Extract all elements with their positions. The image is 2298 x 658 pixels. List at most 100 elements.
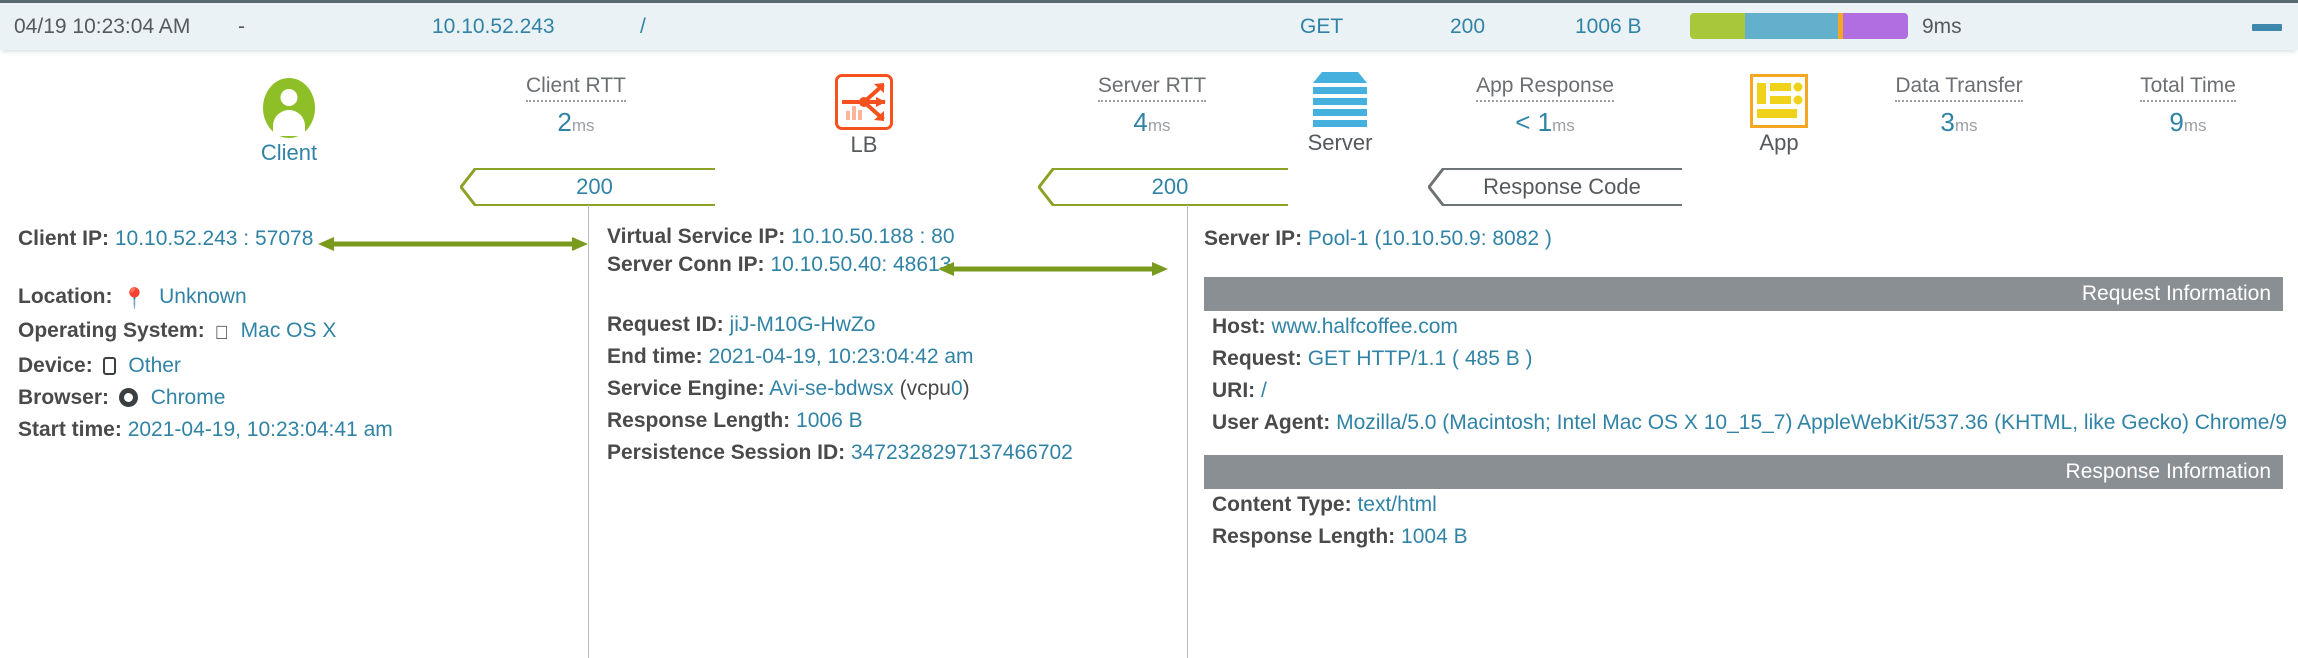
chrome-icon xyxy=(118,388,138,407)
field-service-engine-value[interactable]: Avi-se-bdwsx xyxy=(769,377,893,400)
header-method[interactable]: GET xyxy=(1300,15,1343,39)
field-end-time: End time: 2021-04-19, 10:23:04:42 am xyxy=(607,341,1187,373)
load-balancer-icon xyxy=(835,74,893,130)
field-end-time-value: 2021-04-19, 10:23:04:42 am xyxy=(708,345,974,368)
field-location-label: Location: xyxy=(18,285,113,308)
field-user-agent-label: User Agent: xyxy=(1212,411,1331,434)
header-client-ip[interactable]: 10.10.52.243 xyxy=(432,15,555,39)
timing-segment-server-rtt xyxy=(1744,13,1839,39)
transaction-flow-diagram: Client LB Server App Client RTT 2ms Serv… xyxy=(0,50,2298,206)
metric-server-rtt-value: 4ms xyxy=(1133,107,1171,137)
node-app: App xyxy=(1704,74,1854,156)
field-server-ip: Server IP: Pool-1 (10.10.50.9: 8082 ) xyxy=(1204,223,2283,255)
field-host: Host: www.halfcoffee.com xyxy=(1212,311,2283,343)
field-server-conn-label: Server Conn IP: xyxy=(607,253,765,276)
field-os-label: Operating System: xyxy=(18,319,205,342)
banner-app-response-code-text: Response Code xyxy=(1483,174,1641,199)
banner-client-response-code: 200 xyxy=(460,168,715,206)
tablet-icon xyxy=(102,357,116,375)
field-response-length: Response Length: 1006 B xyxy=(607,405,1187,437)
header-uri[interactable]: / xyxy=(640,15,646,39)
field-vs-ip-value[interactable]: 10.10.50.188 : 80 xyxy=(791,225,954,248)
field-browser-label: Browser: xyxy=(18,383,110,409)
field-uri: URI: / xyxy=(1212,375,2283,407)
apple-icon:  xyxy=(215,318,229,350)
banner-client-response-code-text: 200 xyxy=(576,174,613,199)
client-to-vs-arrow-icon xyxy=(318,237,588,251)
field-end-time-label: End time: xyxy=(607,345,703,368)
field-server-ip-detail: (10.10.50.9: 8082 ) xyxy=(1374,227,1552,250)
header-total-time: 9ms xyxy=(1922,15,1962,38)
field-content-type-value[interactable]: text/html xyxy=(1357,493,1436,516)
field-response-length-value: 1006 B xyxy=(796,409,863,432)
field-user-agent: User Agent: Mozilla/5.0 (Macintosh; Inte… xyxy=(1212,407,2287,439)
field-request-id-value[interactable]: jiJ-M10G-HwZo xyxy=(730,313,876,336)
metric-server-rtt-label: Server RTT xyxy=(1097,74,1207,102)
field-service-engine-vcpu: 0 xyxy=(950,377,963,400)
field-device: Device: Other xyxy=(18,350,586,382)
field-persistence-session-id: Persistence Session ID: 3472328297137466… xyxy=(607,437,1187,469)
vs-to-server-arrow-icon xyxy=(938,262,1168,276)
field-start-time-value: 2021-04-19, 10:23:04:41 am xyxy=(127,415,393,441)
field-server-conn-value[interactable]: 10.10.50.40: 48613 xyxy=(770,253,951,276)
metric-total-time-value: 9ms xyxy=(2169,107,2207,137)
header-bytes[interactable]: 1006 B xyxy=(1575,15,1642,39)
response-information-header: Response Information xyxy=(1204,455,2283,489)
field-service-engine-vcpu-close: ) xyxy=(962,377,970,400)
log-entry-header-bar[interactable]: 04/19 10:23:04 AM - 10.10.52.243 / GET 2… xyxy=(0,0,2298,50)
field-service-engine-label: Service Engine: xyxy=(607,377,765,400)
field-request-label: Request: xyxy=(1212,347,1302,370)
field-request-id: Request ID: jiJ-M10G-HwZo xyxy=(607,309,1187,341)
header-timing-bar xyxy=(1690,13,1908,39)
field-vs-ip-label: Virtual Service IP: xyxy=(607,225,786,248)
field-response-length-label: Response Length: xyxy=(607,409,791,432)
header-timestamp: 04/19 10:23:04 AM xyxy=(14,15,191,38)
field-host-label: Host: xyxy=(1212,315,1266,338)
field-server-ip-pool[interactable]: Pool-1 xyxy=(1308,227,1369,250)
field-persistence-value[interactable]: 3472328297137466702 xyxy=(851,441,1073,464)
field-request-value: GET HTTP/1.1 ( 485 B ) xyxy=(1307,347,1533,370)
field-start-time: Start time: 2021-04-19, 10:23:04:41 am xyxy=(18,414,586,446)
metric-app-response: App Response < 1ms xyxy=(1425,74,1665,138)
banner-server-response-code: 200 xyxy=(1038,168,1288,206)
field-os-value[interactable]: Mac OS X xyxy=(241,319,337,342)
field-resp-length: Response Length: 1004 B xyxy=(1212,521,2283,553)
client-details-panel: Client IP: 10.10.52.243 : 57078 Location… xyxy=(0,205,586,658)
metric-app-response-label: App Response xyxy=(1476,74,1614,102)
field-server-ip-label: Server IP: xyxy=(1204,227,1303,250)
metric-client-rtt-label: Client RTT xyxy=(526,74,626,102)
minus-icon[interactable] xyxy=(2252,24,2282,31)
metric-total-time-label: Total Time xyxy=(2140,74,2236,102)
field-virtual-service-ip: Virtual Service IP: 10.10.50.188 : 80 xyxy=(607,223,1187,251)
metric-app-response-value: < 1ms xyxy=(1515,107,1575,137)
metric-data-transfer-value: 3ms xyxy=(1940,107,1978,137)
map-pin-icon: 📍 xyxy=(122,288,148,310)
field-uri-label: URI: xyxy=(1212,379,1256,402)
field-host-value[interactable]: www.halfcoffee.com xyxy=(1272,315,1458,338)
timing-segment-data-transfer xyxy=(1842,13,1908,39)
field-location: Location: 📍 Unknown xyxy=(18,281,586,315)
field-uri-value[interactable]: / xyxy=(1261,379,1267,402)
node-server-label: Server xyxy=(1307,130,1373,155)
banner-app-response-code: Response Code xyxy=(1428,168,1682,206)
field-location-value[interactable]: Unknown xyxy=(159,285,247,308)
node-client: Client xyxy=(214,78,364,166)
field-device-label: Device: xyxy=(18,351,93,377)
field-resp-length-value: 1004 B xyxy=(1401,525,1468,548)
header-dash: - xyxy=(238,15,245,38)
server-details-panel: Server IP: Pool-1 (10.10.50.9: 8082 ) Re… xyxy=(1187,205,2298,658)
client-avatar-icon xyxy=(263,78,315,138)
field-client-ip-value[interactable]: 10.10.52.243 : 57078 xyxy=(115,227,314,250)
field-operating-system: Operating System:  Mac OS X xyxy=(18,315,586,350)
field-content-type-label: Content Type: xyxy=(1212,493,1352,516)
field-persistence-label: Persistence Session ID: xyxy=(607,441,846,464)
field-browser-value[interactable]: Chrome xyxy=(151,386,226,409)
app-icon xyxy=(1750,74,1808,128)
node-client-label: Client xyxy=(260,140,318,165)
server-stack-icon xyxy=(1309,72,1371,128)
metric-data-transfer-label: Data Transfer xyxy=(1895,74,2023,102)
metric-total-time: Total Time 9ms xyxy=(2068,74,2298,138)
header-status-code[interactable]: 200 xyxy=(1450,15,1485,39)
node-app-label: App xyxy=(1759,130,1799,155)
field-device-value[interactable]: Other xyxy=(128,354,181,377)
